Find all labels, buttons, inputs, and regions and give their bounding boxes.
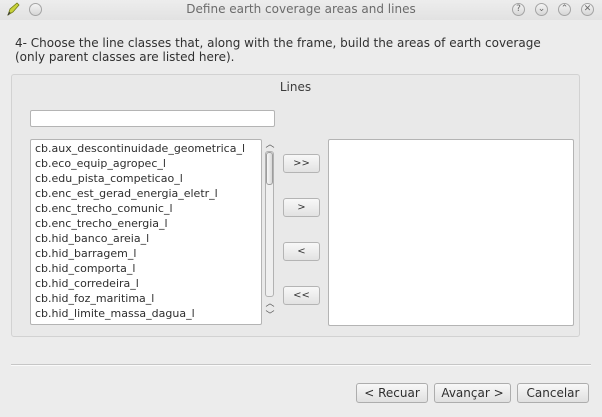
available-list-scrollbar[interactable]: ︿ ︿ ﹀ <box>263 139 277 325</box>
scroll-down-icon[interactable]: ﹀ <box>265 311 275 321</box>
instruction-line-1: 4- Choose the line classes that, along w… <box>15 36 541 50</box>
help-icon[interactable]: ? <box>512 3 525 16</box>
list-item[interactable]: cb.hid_foz_maritima_l <box>35 291 261 306</box>
scroll-thumb[interactable] <box>266 152 273 185</box>
available-items-container: cb.aux_descontinuidade_geometrica_l cb.ec… <box>35 141 261 324</box>
list-item[interactable]: cb.eco_equip_agropec_l <box>35 156 261 171</box>
title-bar: Define earth coverage areas and lines ? … <box>0 0 602 20</box>
scroll-track[interactable] <box>265 151 274 297</box>
minimize-icon[interactable]: ⌄ <box>535 3 548 16</box>
next-button[interactable]: Avançar > <box>434 383 511 403</box>
list-item[interactable]: cb.enc_est_gerad_energia_eletr_l <box>35 186 261 201</box>
cancel-button[interactable]: Cancelar <box>517 383 589 403</box>
close-icon[interactable]: ✕ <box>581 3 594 16</box>
available-classes-list[interactable]: cb.aux_descontinuidade_geometrica_l cb.ec… <box>30 139 262 325</box>
list-item[interactable]: cb.hid_banco_areia_l <box>35 231 261 246</box>
back-button[interactable]: < Recuar <box>356 383 428 403</box>
add-all-button[interactable]: >> <box>283 154 320 173</box>
add-selected-button[interactable]: > <box>283 198 320 217</box>
lines-groupbox: Lines cb.aux_descontinuidade_geometrica_… <box>11 74 580 337</box>
list-item[interactable]: cb.hid_comporta_l <box>35 261 261 276</box>
list-item[interactable]: cb.edu_pista_competicao_l <box>35 171 261 186</box>
scroll-up-icon[interactable]: ︿ <box>265 140 275 150</box>
maximize-icon[interactable]: ⌃ <box>558 3 571 16</box>
step-instruction: 4- Choose the line classes that, along w… <box>15 36 585 64</box>
instruction-line-2: (only parent classes are listed here). <box>15 49 235 64</box>
list-item[interactable]: cb.hid_natureza_fundo_l <box>35 321 261 324</box>
remove-all-button[interactable]: << <box>283 286 320 305</box>
remove-selected-button[interactable]: < <box>283 242 320 261</box>
list-item[interactable]: cb.hid_corredeira_l <box>35 276 261 291</box>
footer-separator <box>11 364 591 366</box>
scroll-up-lower-icon[interactable]: ︿ <box>265 299 275 309</box>
list-item[interactable]: cb.aux_descontinuidade_geometrica_l <box>35 141 261 156</box>
group-title: Lines <box>279 80 312 94</box>
list-item[interactable]: cb.enc_trecho_energia_l <box>35 216 261 231</box>
list-item[interactable]: cb.hid_barragem_l <box>35 246 261 261</box>
selected-classes-list[interactable] <box>328 139 574 326</box>
list-item[interactable]: cb.hid_limite_massa_dagua_l <box>35 306 261 321</box>
list-item[interactable]: cb.enc_trecho_comunic_l <box>35 201 261 216</box>
filter-input[interactable] <box>30 110 275 127</box>
